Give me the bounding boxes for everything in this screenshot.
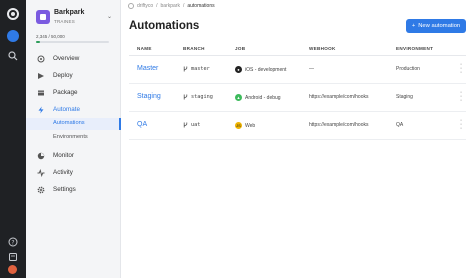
new-automation-label: New automation: [418, 23, 461, 29]
sidebar-item-deploy[interactable]: Deploy: [26, 69, 120, 83]
overview-icon: [37, 55, 45, 63]
branch-name: master: [191, 66, 210, 72]
team-switcher[interactable]: Barkpark TRAINES ⌄: [36, 9, 116, 29]
web-js-icon: JS: [235, 122, 242, 129]
environment-cell: Staging: [396, 94, 413, 100]
branch-icon: [183, 122, 188, 128]
breadcrumb-org[interactable]: driftyco: [137, 3, 153, 9]
sidebar-item-package[interactable]: Package: [26, 86, 120, 100]
table-header: NAME BRANCH JOB WEBHOOK ENVIRONMENT: [129, 41, 466, 56]
job-cell: ● iOS - development: [235, 66, 286, 73]
deploy-icon: [37, 72, 45, 80]
job-label: Android - debug: [245, 94, 281, 101]
sidebar-item-label: Package: [53, 89, 78, 96]
branch-cell: master: [183, 66, 210, 72]
branch-icon: [183, 94, 188, 100]
team-name: Barkpark: [54, 9, 85, 16]
sidebar-item-monitor[interactable]: Monitor: [26, 149, 120, 163]
branch-cell: uat: [183, 122, 200, 128]
webhook-cell: https://example/com/hooks: [309, 122, 369, 128]
breadcrumb: driftyco / barkpark / automations: [128, 3, 215, 9]
job-label: iOS - development: [245, 66, 287, 73]
table-row[interactable]: Master master ● iOS - development — Prod…: [129, 56, 466, 84]
apple-icon: ●: [235, 66, 242, 73]
environment-cell: QA: [396, 122, 404, 128]
plus-icon: +: [411, 23, 416, 29]
sidebar-item-automate[interactable]: Automate: [26, 103, 120, 117]
breadcrumb-current: automations: [187, 3, 215, 9]
help-icon[interactable]: ?: [7, 236, 19, 248]
sidebar-item-label: Monitor: [53, 152, 74, 159]
breadcrumb-separator: /: [156, 3, 158, 9]
branch-name: staging: [191, 94, 213, 100]
job-cell: JS Web: [235, 122, 255, 129]
usage-text: 2,345 / 50,000: [36, 34, 65, 39]
org-icon: [128, 3, 134, 9]
automation-name-link[interactable]: QA: [137, 121, 147, 128]
sidebar-subitem-label: Environments: [53, 134, 88, 140]
column-header-environment[interactable]: ENVIRONMENT: [396, 46, 433, 51]
webhook-cell: https://example/com/hooks: [309, 94, 369, 100]
usage-fill: [36, 41, 40, 43]
logo-icon[interactable]: [7, 8, 19, 20]
svg-text:?: ?: [11, 239, 14, 246]
sidebar-item-label: Automate: [53, 106, 80, 113]
docs-icon[interactable]: [7, 251, 19, 263]
new-automation-button[interactable]: + New automation: [406, 19, 466, 33]
monitor-icon: [37, 152, 45, 160]
breadcrumb-separator: /: [182, 3, 185, 9]
table-row[interactable]: QA uat JS Web https://example/com/hooks …: [129, 112, 466, 140]
more-options-icon[interactable]: · · ·: [458, 61, 464, 76]
column-header-name[interactable]: NAME: [137, 46, 152, 51]
page-title: Automations: [129, 20, 200, 32]
sidebar-item-overview[interactable]: Overview: [26, 52, 120, 66]
sidebar-item-settings[interactable]: Settings: [26, 183, 120, 197]
branch-cell: staging: [183, 94, 213, 100]
sidebar-item-label: Deploy: [53, 72, 73, 79]
job-label: Web: [245, 122, 256, 129]
branch-icon: [183, 66, 188, 72]
sidebar-item-label: Settings: [53, 186, 76, 193]
automation-name-link[interactable]: Master: [137, 65, 158, 72]
sidebar-item-activity[interactable]: Activity: [26, 166, 120, 180]
table-row[interactable]: Staging staging ▲ Android - debug https:…: [129, 84, 466, 112]
sidebar-item-label: Activity: [53, 169, 73, 176]
android-icon: ▲: [235, 94, 242, 101]
sidebar-subitem-label: Automations: [53, 120, 85, 126]
apps-icon[interactable]: [7, 30, 19, 42]
team-subtitle: TRAINES: [54, 19, 75, 24]
column-header-job[interactable]: JOB: [235, 46, 245, 51]
usage-bar: [36, 41, 109, 43]
lightning-icon: [37, 106, 45, 114]
team-badge-icon: [36, 10, 50, 24]
package-icon: [37, 89, 45, 97]
user-avatar[interactable]: [8, 265, 17, 274]
activity-icon: [37, 169, 45, 177]
branch-name: uat: [191, 122, 201, 128]
job-cell: ▲ Android - debug: [235, 94, 281, 101]
column-header-webhook[interactable]: WEBHOOK: [309, 46, 336, 51]
column-header-branch[interactable]: BRANCH: [183, 46, 205, 51]
sidebar-subitem-environments[interactable]: Environments: [26, 132, 120, 144]
more-options-icon[interactable]: · · ·: [458, 89, 464, 104]
search-icon[interactable]: [7, 50, 19, 62]
sidebar-subitem-automations[interactable]: Automations: [26, 118, 121, 130]
chevron-down-icon[interactable]: ⌄: [107, 13, 112, 20]
automation-name-link[interactable]: Staging: [137, 93, 161, 100]
sidebar-item-label: Overview: [53, 55, 80, 62]
main-content: driftyco / barkpark / automations Automa…: [121, 0, 474, 278]
breadcrumb-app[interactable]: barkpark: [161, 3, 180, 9]
more-options-icon[interactable]: · · ·: [458, 117, 464, 132]
global-rail: ?: [0, 0, 26, 278]
webhook-cell: —: [309, 66, 314, 72]
gear-icon: [37, 186, 45, 194]
sidebar: Barkpark TRAINES ⌄ 2,345 / 50,000 Overvi…: [26, 0, 121, 278]
environment-cell: Production: [396, 66, 420, 72]
